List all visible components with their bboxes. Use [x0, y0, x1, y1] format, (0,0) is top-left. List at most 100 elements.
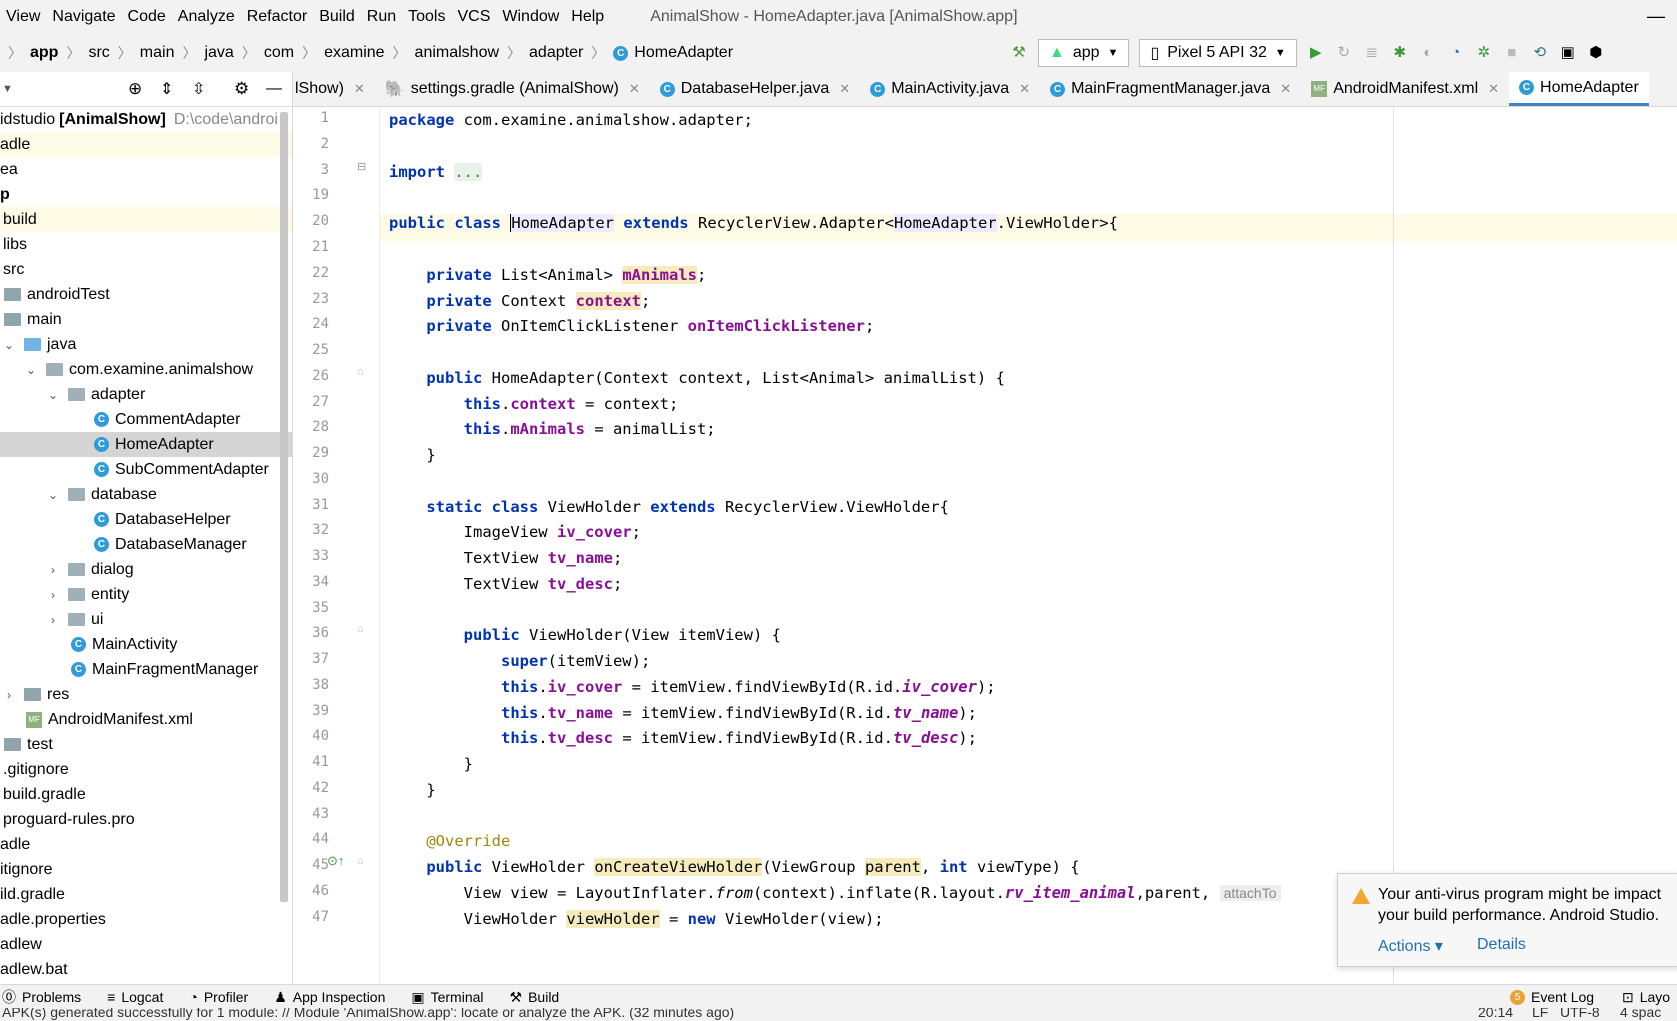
tree-item-entity[interactable]: › entity	[0, 582, 292, 607]
tab-animalshow[interactable]: lShow) ✕	[293, 72, 375, 106]
breadcrumb-com[interactable]: com	[264, 44, 294, 62]
tree-item-mainfragmentmanager[interactable]: C MainFragmentManager	[0, 657, 292, 682]
tab-settings-gradle[interactable]: 🐘 settings.gradle (AnimalShow) ✕	[375, 72, 650, 106]
indent-setting[interactable]: 4 spac	[1620, 1008, 1661, 1020]
tree-item-libs[interactable]: libs	[0, 232, 292, 257]
menu-refactor[interactable]: Refactor	[241, 8, 313, 26]
terminal-tab[interactable]: ▣ Terminal	[411, 989, 483, 1006]
breadcrumb-adapter[interactable]: adapter	[529, 44, 583, 62]
tree-item-databasemanager[interactable]: C DatabaseManager	[0, 532, 292, 557]
close-icon[interactable]: ✕	[1488, 81, 1499, 97]
locate-icon[interactable]: ⊕	[128, 79, 142, 99]
override-method-icon[interactable]: ⊙↑	[327, 853, 344, 869]
tab-homeadapter[interactable]: C HomeAdapter	[1509, 72, 1649, 106]
code-editor[interactable]: 1 2 3 19 20 21 22 23 24 25 26 27 28 29 3…	[293, 107, 1677, 984]
chevron-right-icon[interactable]: ›	[46, 563, 60, 577]
menu-run[interactable]: Run	[361, 8, 402, 26]
menu-vcs[interactable]: VCS	[451, 8, 496, 26]
tree-item-gradle[interactable]: adle	[0, 132, 292, 157]
menu-build[interactable]: Build	[313, 8, 361, 26]
debug-icon[interactable]: ✱	[1391, 44, 1409, 62]
problems-tab[interactable]: ⓪ Problems	[2, 987, 81, 1007]
event-log-tab[interactable]: 5 Event Log	[1510, 989, 1594, 1005]
app-inspection-tab[interactable]: ♟ App Inspection	[274, 989, 385, 1006]
chevron-down-icon[interactable]: ⌄	[2, 338, 16, 352]
build-tab[interactable]: ⚒ Build	[510, 989, 560, 1006]
tree-item-gradle-properties[interactable]: adle.properties	[0, 907, 292, 932]
tree-item-app[interactable]: p	[0, 182, 292, 207]
vertical-scrollbar[interactable]	[280, 112, 288, 902]
profiler-icon[interactable]: ◔	[1447, 44, 1465, 62]
chevron-down-icon[interactable]: ⌄	[24, 363, 38, 377]
close-icon[interactable]: ✕	[629, 81, 640, 97]
sdk-manager-icon[interactable]: ⬢	[1587, 44, 1605, 62]
tree-item-test[interactable]: test	[0, 732, 292, 757]
layout-inspector-tab[interactable]: ⊡ Layo	[1622, 989, 1670, 1006]
details-link[interactable]: Details	[1477, 936, 1526, 954]
tree-item-mainactivity[interactable]: C MainActivity	[0, 632, 292, 657]
tree-item-ui[interactable]: › ui	[0, 607, 292, 632]
tree-item-dialog[interactable]: › dialog	[0, 557, 292, 582]
tree-item-root-gitignore[interactable]: itignore	[0, 857, 292, 882]
tree-item-project-root[interactable]: idstudio [AnimalShow] D:\code\androi	[0, 107, 292, 132]
tree-item-res[interactable]: › res	[0, 682, 292, 707]
tree-item-androidmanifest[interactable]: MF AndroidManifest.xml	[0, 707, 292, 732]
menu-code[interactable]: Code	[122, 8, 172, 26]
hammer-icon[interactable]: ⚒	[1010, 44, 1028, 62]
chevron-right-icon[interactable]: ›	[46, 588, 60, 602]
breadcrumb-animalshow[interactable]: animalshow	[415, 44, 499, 62]
tree-item-adapter[interactable]: ⌄ adapter	[0, 382, 292, 407]
close-icon[interactable]: ✕	[354, 81, 365, 97]
device-select[interactable]: ▯ Pixel 5 API 32 ▼	[1139, 39, 1297, 67]
hide-icon[interactable]: —	[266, 80, 282, 98]
fold-icon[interactable]: ⊟	[357, 160, 366, 173]
breadcrumb-homeadapter[interactable]: HomeAdapter	[634, 44, 733, 62]
tree-item-databasehelper[interactable]: C DatabaseHelper	[0, 507, 292, 532]
tree-item-commentadapter[interactable]: C CommentAdapter	[0, 407, 292, 432]
tree-item-androidtest[interactable]: androidTest	[0, 282, 292, 307]
close-icon[interactable]: ✕	[1280, 81, 1291, 97]
tree-item-gradle-dir[interactable]: adle	[0, 832, 292, 857]
tree-item-root-build-gradle[interactable]: ild.gradle	[0, 882, 292, 907]
tree-item-database[interactable]: ⌄ database	[0, 482, 292, 507]
menu-tools[interactable]: Tools	[402, 8, 451, 26]
close-icon[interactable]: ✕	[839, 81, 850, 97]
tab-mainactivity[interactable]: C MainActivity.java ✕	[860, 72, 1040, 106]
chevron-right-icon[interactable]: ›	[46, 613, 60, 627]
coverage-icon[interactable]: ◐	[1419, 44, 1437, 62]
tab-androidmanifest[interactable]: MF AndroidManifest.xml ✕	[1301, 72, 1509, 106]
logcat-tab[interactable]: ≡ Logcat	[107, 989, 163, 1005]
rerun-icon[interactable]: ↻	[1335, 44, 1353, 62]
menu-analyze[interactable]: Analyze	[172, 8, 241, 26]
tree-item-proguard[interactable]: proguard-rules.pro	[0, 807, 292, 832]
breadcrumb-app[interactable]: app	[30, 44, 58, 62]
tree-item-gradlew[interactable]: adlew	[0, 932, 292, 957]
device-manager-icon[interactable]: ▣	[1559, 44, 1577, 62]
tree-item-gitignore[interactable]: .gitignore	[0, 757, 292, 782]
tree-item-java[interactable]: ⌄ java	[0, 332, 292, 357]
expand-all-icon[interactable]: ⇕	[160, 79, 173, 99]
line-separator[interactable]: LF	[1532, 1008, 1548, 1020]
fold-icon[interactable]: ⌂	[357, 623, 364, 635]
caret-position[interactable]: 20:14	[1478, 1008, 1513, 1020]
folded-imports[interactable]: ...	[454, 163, 483, 181]
chevron-down-icon[interactable]: ⌄	[46, 488, 60, 502]
menu-navigate[interactable]: Navigate	[46, 8, 121, 26]
tree-item-subcommentadapter[interactable]: C SubCommentAdapter	[0, 457, 292, 482]
apply-changes-icon[interactable]: ≣	[1363, 44, 1381, 62]
menu-help[interactable]: Help	[565, 8, 610, 26]
profiler-tab[interactable]: ◔ Profiler	[189, 989, 248, 1005]
tree-item-homeadapter[interactable]: C HomeAdapter	[0, 432, 292, 457]
status-message[interactable]: APK(s) generated successfully for 1 modu…	[2, 1008, 734, 1020]
tree-item-package[interactable]: ⌄ com.examine.animalshow	[0, 357, 292, 382]
fold-icon[interactable]: ⌂	[357, 855, 364, 867]
stop-icon[interactable]: ■	[1503, 44, 1521, 62]
breadcrumb-main[interactable]: main	[140, 44, 175, 62]
tab-mainfragmentmanager[interactable]: C MainFragmentManager.java ✕	[1040, 72, 1301, 106]
breadcrumb-examine[interactable]: examine	[324, 44, 384, 62]
fold-icon[interactable]: ⌂	[357, 366, 364, 378]
chevron-down-icon[interactable]: ▼	[2, 83, 13, 95]
chevron-right-icon[interactable]: ›	[2, 688, 16, 702]
run-config-select[interactable]: ▲ app ▼	[1038, 39, 1130, 67]
minimize-button[interactable]: —	[1647, 6, 1665, 27]
